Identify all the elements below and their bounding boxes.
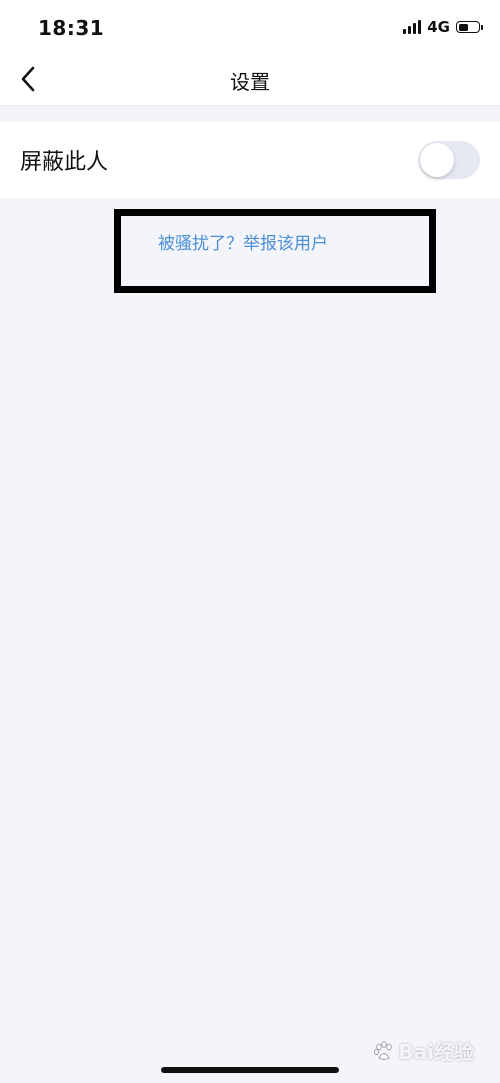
status-bar: 18:31 4G [0, 0, 500, 52]
toggle-knob [420, 143, 454, 177]
watermark-text: Bai经验 [398, 1040, 474, 1064]
status-time: 18:31 [38, 16, 105, 40]
network-type: 4G [427, 18, 450, 36]
battery-icon [456, 21, 483, 33]
baidu-paw-icon [374, 1040, 393, 1060]
status-indicators: 4G [403, 18, 483, 36]
watermark: Bai经验 [373, 1036, 474, 1065]
nav-bar: 设置 [0, 52, 500, 106]
setting-row-block-user: 屏蔽此人 [0, 122, 500, 198]
page-title: 设置 [230, 70, 270, 94]
home-indicator[interactable] [161, 1067, 339, 1073]
signal-icon [403, 20, 422, 34]
battery-fill [458, 23, 468, 31]
block-user-label: 屏蔽此人 [20, 150, 109, 175]
report-user-link[interactable]: 被骚扰了？举报该用户 [158, 229, 328, 254]
block-user-toggle[interactable] [418, 141, 480, 179]
